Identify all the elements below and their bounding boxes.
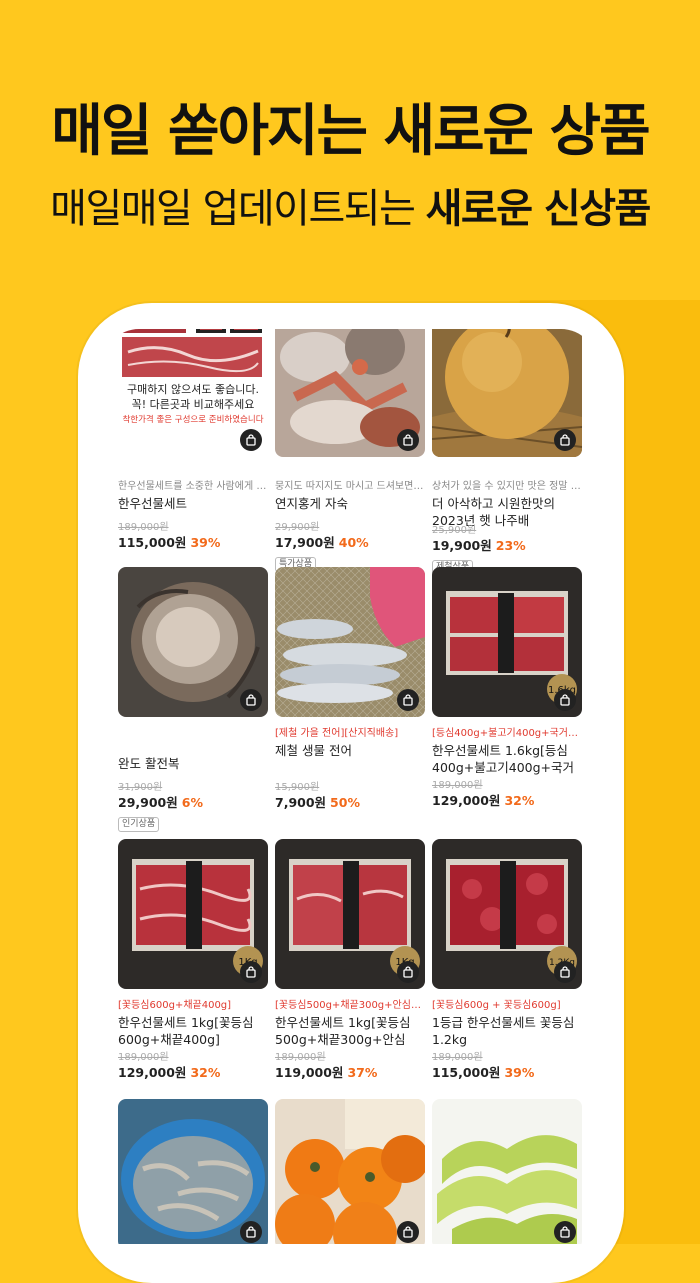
- product-name[interactable]: 1등급 한우선물세트 꽃등심 1.2kg: [432, 1014, 582, 1048]
- hero-subtitle-bold: 새로운 신상품: [425, 186, 652, 232]
- product-name[interactable]: 한우선물세트 1kg[꽃등심600g+채끝400g]: [118, 1014, 268, 1048]
- sale-price: 19,900원 23%: [432, 537, 582, 554]
- cart-bag-icon[interactable]: [397, 429, 419, 451]
- cart-bag-icon[interactable]: [240, 961, 262, 983]
- product-image-crab[interactable]: [275, 329, 425, 457]
- discount-rate: 37%: [347, 1065, 378, 1080]
- original-price: 15,900원: [275, 782, 320, 793]
- discount-rate: 23%: [495, 538, 526, 553]
- image-text-line-3: 착한가격 좋은 구성으로 준비하였습니다: [122, 414, 263, 425]
- sale-price: 115,000원 39%: [118, 534, 268, 551]
- product-info: [제철 가을 전어][산지직배송] 제철 생물 전어 15,900원 7,900…: [275, 727, 425, 811]
- product-tag: [꽃등심500g+채끝300g+안심200g]: [275, 1000, 425, 1011]
- product-info: 한우선물세트를 소중한 사람에게 선물하세요 한우선물세트 189,000원 1…: [118, 467, 268, 551]
- product-image-shrimp[interactable]: [118, 1099, 268, 1244]
- product-image-hanwoo-1-2kg[interactable]: 1.2Kg: [432, 839, 582, 989]
- product-name[interactable]: 연지홍게 자숙: [275, 495, 425, 512]
- product-tag: [꽃등심600g+채끝400g]: [118, 1000, 232, 1011]
- product-image-melon[interactable]: [432, 1099, 582, 1244]
- phone-screen: 구매하지 않으셔도 좋습니다. 꼭! 다른곳과 비교해주세요 착한가격 좋은 구…: [103, 329, 597, 1244]
- product-desc: 상처가 있을 수 있지만 맛은 정말 좋아요: [432, 481, 582, 492]
- product-image-hanwoo-gift[interactable]: 구매하지 않으셔도 좋습니다. 꼭! 다른곳과 비교해주세요 착한가격 좋은 구…: [118, 329, 268, 457]
- product-tag: [등심400g+불고기400g+국거리400g]: [432, 728, 582, 739]
- product-image-abalone[interactable]: [118, 567, 268, 717]
- product-image-hanwoo-1kg-a[interactable]: 1Kg: [118, 839, 268, 989]
- original-price: 189,000원: [118, 522, 169, 533]
- product-name[interactable]: 완도 활전복: [118, 755, 268, 772]
- price-value: 29,900원: [118, 795, 178, 810]
- hero-subtitle-regular: 매일매일 업데이트되는: [50, 186, 426, 232]
- cart-bag-icon[interactable]: [554, 1221, 576, 1243]
- price-value: 7,900원: [275, 795, 327, 810]
- discount-rate: 50%: [330, 795, 360, 810]
- discount-rate: 32%: [504, 793, 535, 808]
- sale-price: 115,000원 39%: [432, 1064, 582, 1081]
- discount-rate: 40%: [338, 535, 369, 550]
- cart-bag-icon[interactable]: [397, 961, 419, 983]
- product-image-pear[interactable]: [432, 329, 582, 457]
- image-text-line-1: 구매하지 않으셔도 좋습니다.: [127, 382, 259, 396]
- product-image-hanwoo-1kg-b[interactable]: 1Kg: [275, 839, 425, 989]
- product-info: 상처가 있을 수 있지만 맛은 정말 좋아요 더 아삭하고 시원한맛의 2023…: [432, 467, 582, 575]
- discount-rate: 6%: [181, 795, 203, 810]
- product-desc: 한우선물세트를 소중한 사람에게 선물하세요: [118, 481, 268, 492]
- product-image-hanwoo-1-6kg[interactable]: 1.6kg: [432, 567, 582, 717]
- product-info: 뭉지도 따지지도 마시고 드셔보면 압니다 연지홍게 자숙 29,900원 17…: [275, 467, 425, 572]
- product-info: [꽃등심500g+채끝300g+안심200g] 한우선물세트 1kg[꽃등심50…: [275, 999, 425, 1081]
- original-price: 29,900원: [275, 522, 320, 533]
- product-name[interactable]: 제철 생물 전어: [275, 742, 425, 759]
- discount-rate: 32%: [190, 1065, 221, 1080]
- sale-price: 29,900원 6%: [118, 794, 268, 811]
- product-tag: [제철 가을 전어][산지직배송]: [275, 728, 399, 739]
- sale-price: 129,000원 32%: [432, 792, 582, 809]
- hero-subtitle: 매일매일 업데이트되는 새로운 신상품: [0, 176, 700, 234]
- cart-bag-icon[interactable]: [240, 429, 262, 451]
- sale-price: 129,000원 32%: [118, 1064, 268, 1081]
- cart-bag-icon[interactable]: [554, 689, 576, 711]
- product-info: 완도 활전복 31,900원 29,900원 6% 인기상품: [118, 727, 268, 832]
- product-name[interactable]: 한우선물세트 1kg[꽃등심500g+채끝300g+안심200g]: [275, 1014, 425, 1048]
- price-value: 17,900원: [275, 535, 335, 550]
- cart-bag-icon[interactable]: [397, 1221, 419, 1243]
- product-tag: [꽃등심600g + 꽃등심600g]: [432, 1000, 561, 1011]
- product-name[interactable]: 한우선물세트 1.6kg[등심400g+불고기400g+국거리400g]: [432, 742, 582, 776]
- hero-title: 매일 쏟아지는 새로운 상품: [51, 99, 650, 164]
- sale-price: 17,900원 40%: [275, 534, 425, 551]
- cart-bag-icon[interactable]: [240, 1221, 262, 1243]
- sale-price: 7,900원 50%: [275, 794, 425, 811]
- cart-bag-icon[interactable]: [397, 689, 419, 711]
- original-price: 189,000원: [275, 1052, 326, 1063]
- price-value: 19,900원: [432, 538, 492, 553]
- product-name[interactable]: 한우선물세트: [118, 495, 268, 512]
- price-value: 129,000원: [118, 1065, 187, 1080]
- product-badge: 인기상품: [118, 817, 160, 832]
- image-text-line-2: 꼭! 다른곳과 비교해주세요: [132, 397, 255, 411]
- sale-price: 119,000원 37%: [275, 1064, 425, 1081]
- original-price: 189,000원: [118, 1052, 169, 1063]
- product-name[interactable]: 더 아삭하고 시원한맛의 2023년 햇 나주배: [432, 495, 582, 529]
- product-info: [꽃등심600g + 꽃등심600g] 1등급 한우선물세트 꽃등심 1.2kg…: [432, 999, 582, 1081]
- product-info: [등심400g+불고기400g+국거리400g] 한우선물세트 1.6kg[등심…: [432, 727, 582, 809]
- product-image-gizzard-shad[interactable]: [275, 567, 425, 717]
- cart-bag-icon[interactable]: [240, 689, 262, 711]
- product-info: [꽃등심600g+채끝400g] 한우선물세트 1kg[꽃등심600g+채끝40…: [118, 999, 268, 1081]
- product-image-persimmon[interactable]: [275, 1099, 425, 1244]
- discount-rate: 39%: [504, 1065, 535, 1080]
- price-value: 115,000원: [432, 1065, 501, 1080]
- cart-bag-icon[interactable]: [554, 961, 576, 983]
- original-price: 189,000원: [432, 780, 483, 791]
- price-value: 129,000원: [432, 793, 501, 808]
- price-value: 119,000원: [275, 1065, 344, 1080]
- discount-rate: 39%: [190, 535, 221, 550]
- cart-bag-icon[interactable]: [554, 429, 576, 451]
- price-value: 115,000원: [118, 535, 187, 550]
- product-desc: 뭉지도 따지지도 마시고 드셔보면 압니다: [275, 481, 425, 492]
- original-price: 189,000원: [432, 1052, 483, 1063]
- original-price: 31,900원: [118, 782, 163, 793]
